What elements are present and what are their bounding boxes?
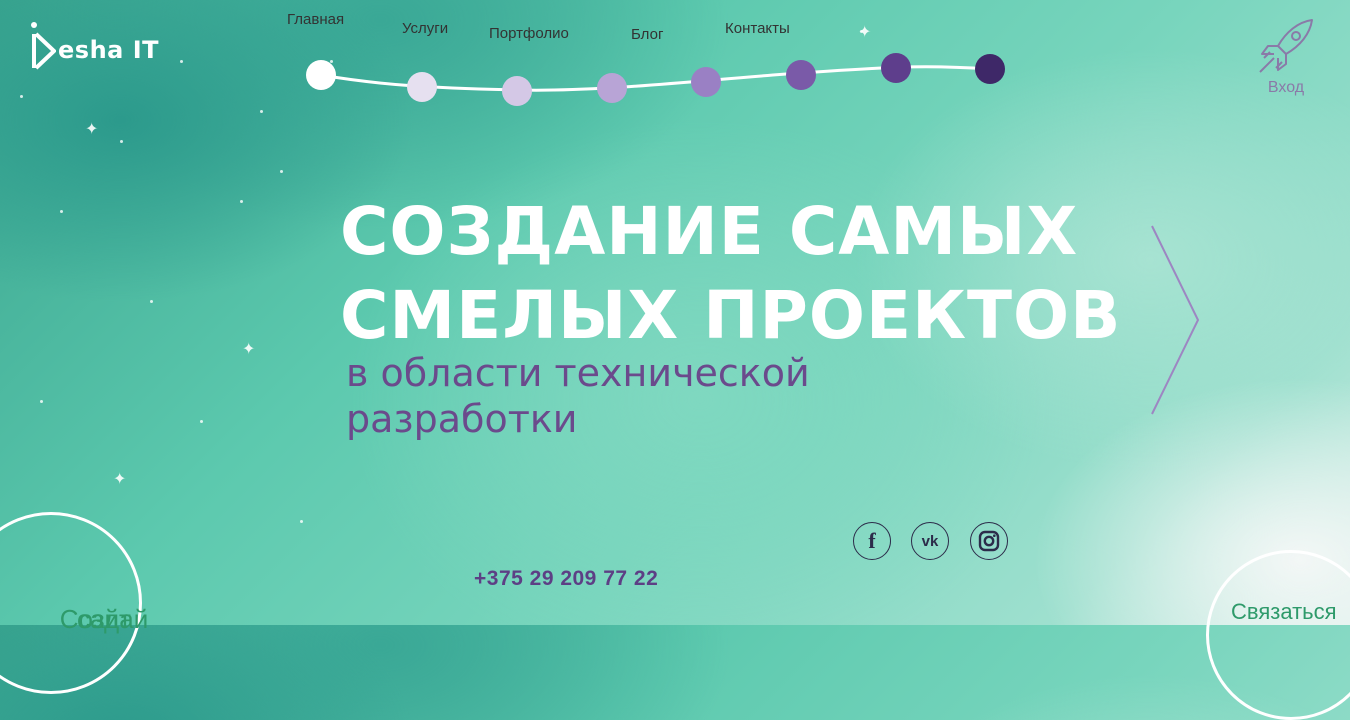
nav-dot[interactable] xyxy=(691,67,721,97)
facebook-link[interactable]: f xyxy=(853,522,891,560)
next-slide-chevron-icon[interactable] xyxy=(1146,222,1206,418)
create-site-label: Создай сайт xyxy=(1,559,148,634)
brand-logo[interactable]: esha IT xyxy=(28,18,178,76)
instagram-icon xyxy=(978,530,1000,552)
login-label: Вход xyxy=(1267,79,1305,96)
nav-item-portfolio[interactable]: Портфолио xyxy=(489,25,569,42)
facebook-icon: f xyxy=(868,528,876,553)
create-site-line-2: сайт xyxy=(77,604,131,634)
hero-subtitle-line-2: разработки xyxy=(346,397,578,441)
hero-title: СОЗДАНИЕ САМЫХ СМЕЛЫХ ПРОЕКТОВ xyxy=(340,190,1121,358)
create-site-button[interactable]: Создай сайт xyxy=(0,512,148,694)
nav-dot[interactable] xyxy=(975,54,1005,84)
instagram-link[interactable] xyxy=(970,522,1008,560)
nav-item-home[interactable]: Главная xyxy=(287,11,344,28)
logo-d-icon xyxy=(31,22,56,70)
brand-name: esha IT xyxy=(58,36,159,64)
nav-item-services[interactable]: Услуги xyxy=(402,20,448,37)
hero-title-line-1: СОЗДАНИЕ САМЫХ xyxy=(340,193,1079,270)
hero-subtitle: в области технической разработки xyxy=(346,350,810,442)
nav-dot[interactable] xyxy=(306,60,336,90)
nav-dot[interactable] xyxy=(597,73,627,103)
nav-dot[interactable] xyxy=(786,60,816,90)
nav-dot[interactable] xyxy=(502,76,532,106)
vk-icon: vk xyxy=(921,532,939,550)
vk-link[interactable]: vk xyxy=(911,522,949,560)
nav-connector-line xyxy=(320,65,991,92)
contact-us-button[interactable]: Связаться xyxy=(1206,550,1350,720)
nav-dot[interactable] xyxy=(407,72,437,102)
contact-us-label: Связаться xyxy=(1231,599,1337,624)
nav-item-contacts[interactable]: Контакты xyxy=(725,20,790,37)
hero-subtitle-line-1: в области технической xyxy=(346,351,810,395)
nav-dot[interactable] xyxy=(881,53,911,83)
nav-item-blog[interactable]: Блог xyxy=(631,26,663,43)
hero-title-line-2: СМЕЛЫХ ПРОЕКТОВ xyxy=(340,277,1122,354)
login-button[interactable]: Вход xyxy=(1250,16,1322,98)
phone-link[interactable]: +375 29 209 77 22 xyxy=(474,567,658,591)
rocket-icon xyxy=(1259,19,1313,73)
